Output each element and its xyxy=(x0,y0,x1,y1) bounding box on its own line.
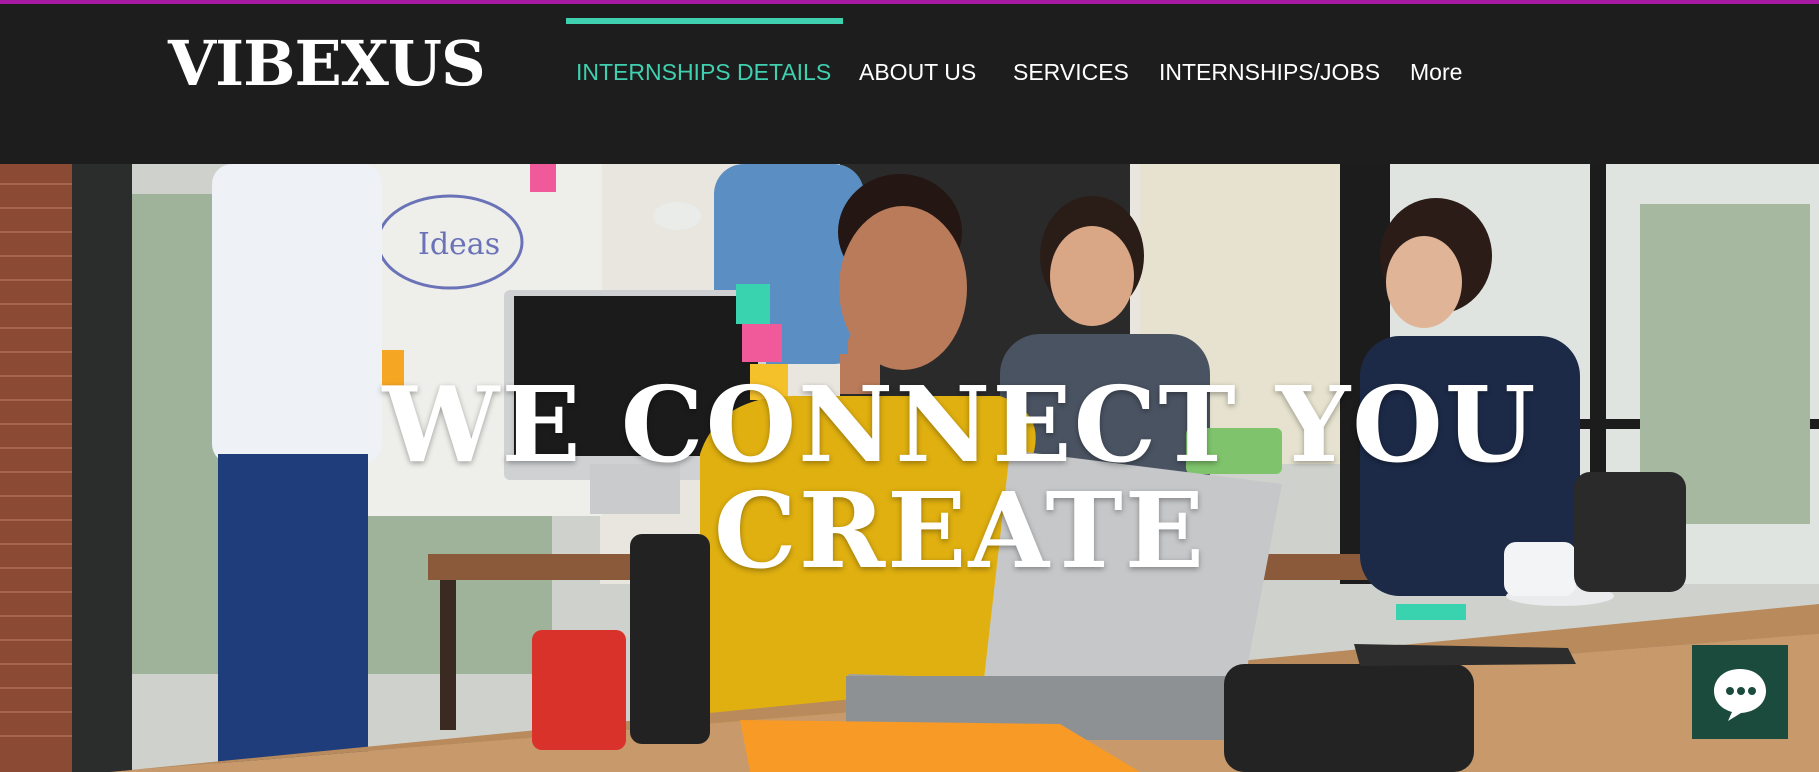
site-header: VIBEXUS INTERNSHIPS DETAILS ABOUT US SER… xyxy=(0,4,1819,164)
site-logo[interactable]: VIBEXUS xyxy=(168,28,486,100)
nav-item-more[interactable]: More xyxy=(1410,18,1462,108)
chat-button[interactable] xyxy=(1692,645,1788,739)
hero-title: WE CONNECT YOU CREATE xyxy=(380,372,1540,584)
nav-item-about-us[interactable]: ABOUT US xyxy=(859,18,976,108)
nav-item-internships-details[interactable]: INTERNSHIPS DETAILS xyxy=(565,18,844,108)
svg-text:Ideas: Ideas xyxy=(418,227,500,262)
nav-item-internships-jobs[interactable]: INTERNSHIPS/JOBS xyxy=(1159,18,1380,108)
hero-title-line1: WE CONNECT YOU xyxy=(382,363,1538,486)
hero-title-line2: CREATE xyxy=(713,469,1207,592)
nav-item-services[interactable]: SERVICES xyxy=(1013,18,1129,108)
chat-bubble-icon xyxy=(1714,669,1766,721)
hero-banner: Ideas WE CONNECT YOU CREATE xyxy=(0,164,1819,772)
